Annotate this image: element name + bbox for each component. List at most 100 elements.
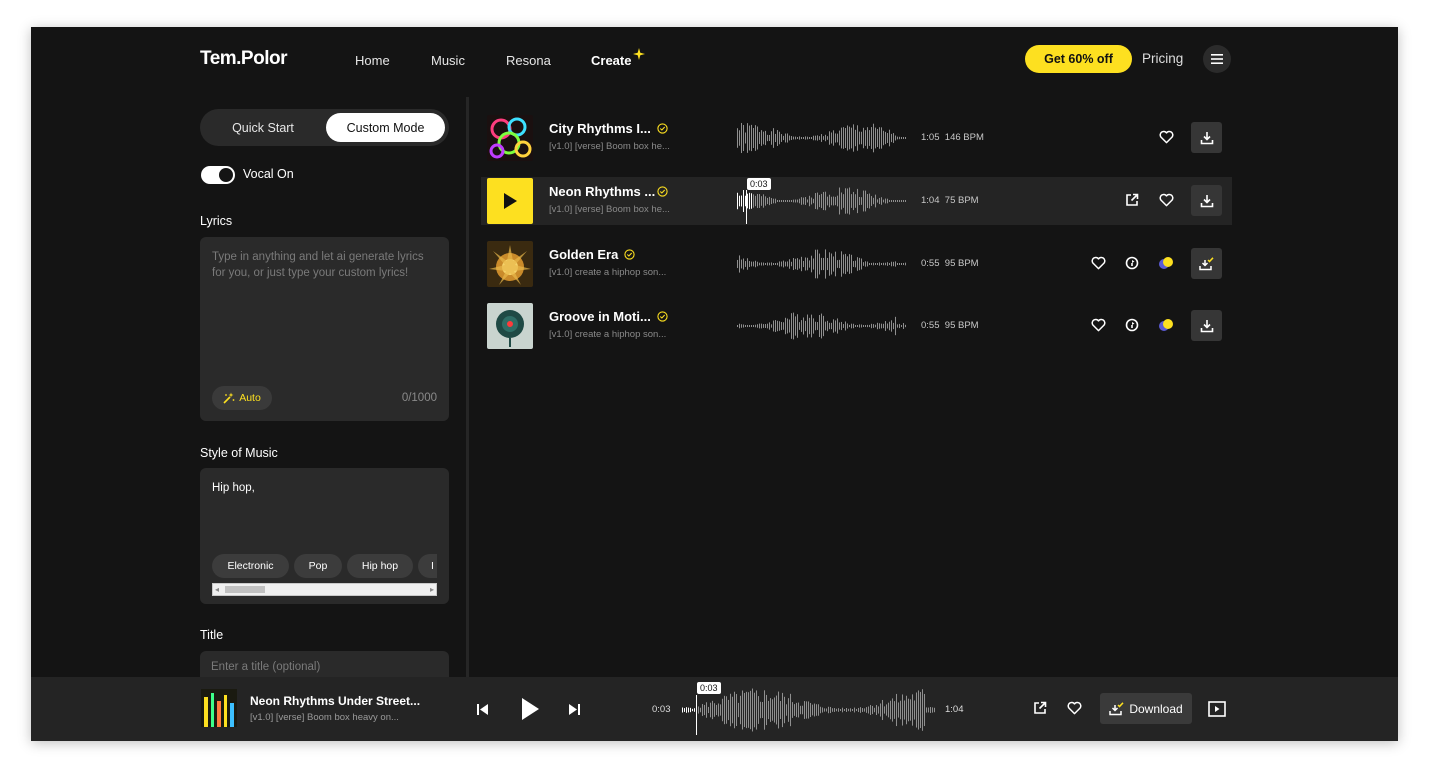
waveform-bar [889,200,890,202]
track-row[interactable]: Golden Era [v1.0] create a hiphop son...… [481,240,1232,288]
download-button[interactable] [1191,185,1222,216]
track-title[interactable]: Golden Era [549,247,618,262]
download-button-done[interactable] [1191,248,1222,279]
waveform-bar [774,697,775,723]
track-row-active[interactable]: Neon Rhythms ... [v1.0] [verse] Boom box… [481,177,1232,225]
auto-lyrics-button[interactable]: Auto [212,386,272,410]
waveform-bar [879,197,880,205]
waveform-bar [757,126,758,150]
waveform[interactable] [737,122,907,154]
waveform-bar [887,133,888,143]
waveform-bar [806,701,807,719]
playhead-line[interactable] [696,695,697,735]
waveform-bar [870,705,871,715]
menu-button[interactable] [1203,45,1231,73]
style-input[interactable]: Hip hop, Electronic Pop Hip hop I ◂ ▸ [200,468,449,604]
like-button[interactable] [1155,126,1177,148]
remix-button[interactable] [1121,252,1143,274]
share-button[interactable] [1121,189,1143,211]
waveform-bar [865,190,866,212]
player-waveform[interactable] [682,687,936,733]
waveform-bar [769,262,770,266]
waveform[interactable] [737,248,907,280]
heart-icon [1158,193,1174,207]
vocal-toggle[interactable] [201,166,235,184]
nav-create[interactable]: Create [591,53,631,68]
waveform-bar [793,136,794,140]
playhead-line[interactable] [746,190,747,224]
waveform-bar [684,708,685,712]
waveform-bar [746,691,747,729]
style-chip-partial[interactable]: I [418,554,437,578]
track-cover-playing[interactable] [487,178,533,224]
waveform-bar [749,192,750,210]
waveform-bar [809,195,810,207]
promo-button[interactable]: Get 60% off [1025,45,1132,73]
waveform-bar [827,196,828,206]
waveform-bar [736,694,737,726]
track-cover[interactable] [487,303,533,349]
remix-button[interactable] [1121,314,1143,336]
credits-button[interactable] [1155,314,1177,336]
player-cover[interactable] [201,689,237,727]
waveform-bar [834,708,835,712]
style-chip-pop[interactable]: Pop [294,554,342,578]
chips-scrollbar[interactable]: ◂ ▸ [212,583,437,596]
track-title[interactable]: Groove in Moti... [549,309,651,324]
waveform-bar [861,131,862,145]
nav-home[interactable]: Home [355,53,390,68]
track-row[interactable]: City Rhythms I... [v1.0] [verse] Boom bo… [481,114,1232,162]
open-player-button[interactable] [1206,698,1228,720]
player-title[interactable]: Neon Rhythms Under Street... [250,694,420,708]
tab-custom-mode[interactable]: Custom Mode [326,113,445,142]
like-button[interactable] [1087,252,1109,274]
track-cover[interactable] [487,241,533,287]
waveform-bar [865,261,866,267]
nav-pricing[interactable]: Pricing [1142,51,1183,66]
waveform-bar [789,135,790,141]
track-title[interactable]: City Rhythms I... [549,121,651,136]
like-button[interactable] [1155,189,1177,211]
logo[interactable]: Tem.Polor [200,48,288,70]
waveform-bar [720,704,721,716]
like-button[interactable] [1087,314,1109,336]
nav-music[interactable]: Music [431,53,465,68]
waveform[interactable] [737,310,907,342]
nav-resona[interactable]: Resona [506,53,551,68]
style-chip-electronic[interactable]: Electronic [212,554,289,578]
credits-button[interactable] [1155,252,1177,274]
download-icon [1200,319,1213,332]
play-icon[interactable] [502,192,518,210]
waveform-bar [738,702,739,718]
waveform-bar [920,691,921,729]
download-button[interactable] [1191,310,1222,341]
like-button[interactable] [1063,697,1085,719]
waveform-bar [904,700,905,720]
waveform-bar [841,192,842,210]
toggle-knob [219,168,233,182]
share-button[interactable] [1029,697,1051,719]
waveform-bar [847,256,848,272]
waveform-bar [849,187,850,215]
waveform-bar [844,709,845,711]
track-cover[interactable] [487,115,533,161]
waveform-bar [817,192,818,210]
tab-quick-start[interactable]: Quick Start [200,109,326,146]
play-button[interactable] [517,694,543,724]
lyrics-textarea[interactable]: Type in anything and let ai generate lyr… [200,237,449,421]
scroll-right-icon[interactable]: ▸ [430,585,434,594]
player-download-button[interactable]: Download [1100,693,1192,724]
waveform-bar [899,136,900,140]
scroll-left-icon[interactable]: ◂ [215,585,219,594]
download-button[interactable] [1191,122,1222,153]
track-row[interactable]: Groove in Moti... [v1.0] create a hiphop… [481,302,1232,350]
previous-button[interactable] [472,699,492,719]
waveform-bar [851,254,852,274]
style-chip-hip-hop[interactable]: Hip hop [347,554,413,578]
skip-back-icon [476,703,488,715]
scrollbar-thumb[interactable] [225,586,265,593]
next-button[interactable] [564,699,584,719]
track-title[interactable]: Neon Rhythms ... [549,184,655,199]
player-bar: Neon Rhythms Under Street... [v1.0] [ver… [31,677,1398,741]
track-bpm: 146 BPM [944,132,984,143]
